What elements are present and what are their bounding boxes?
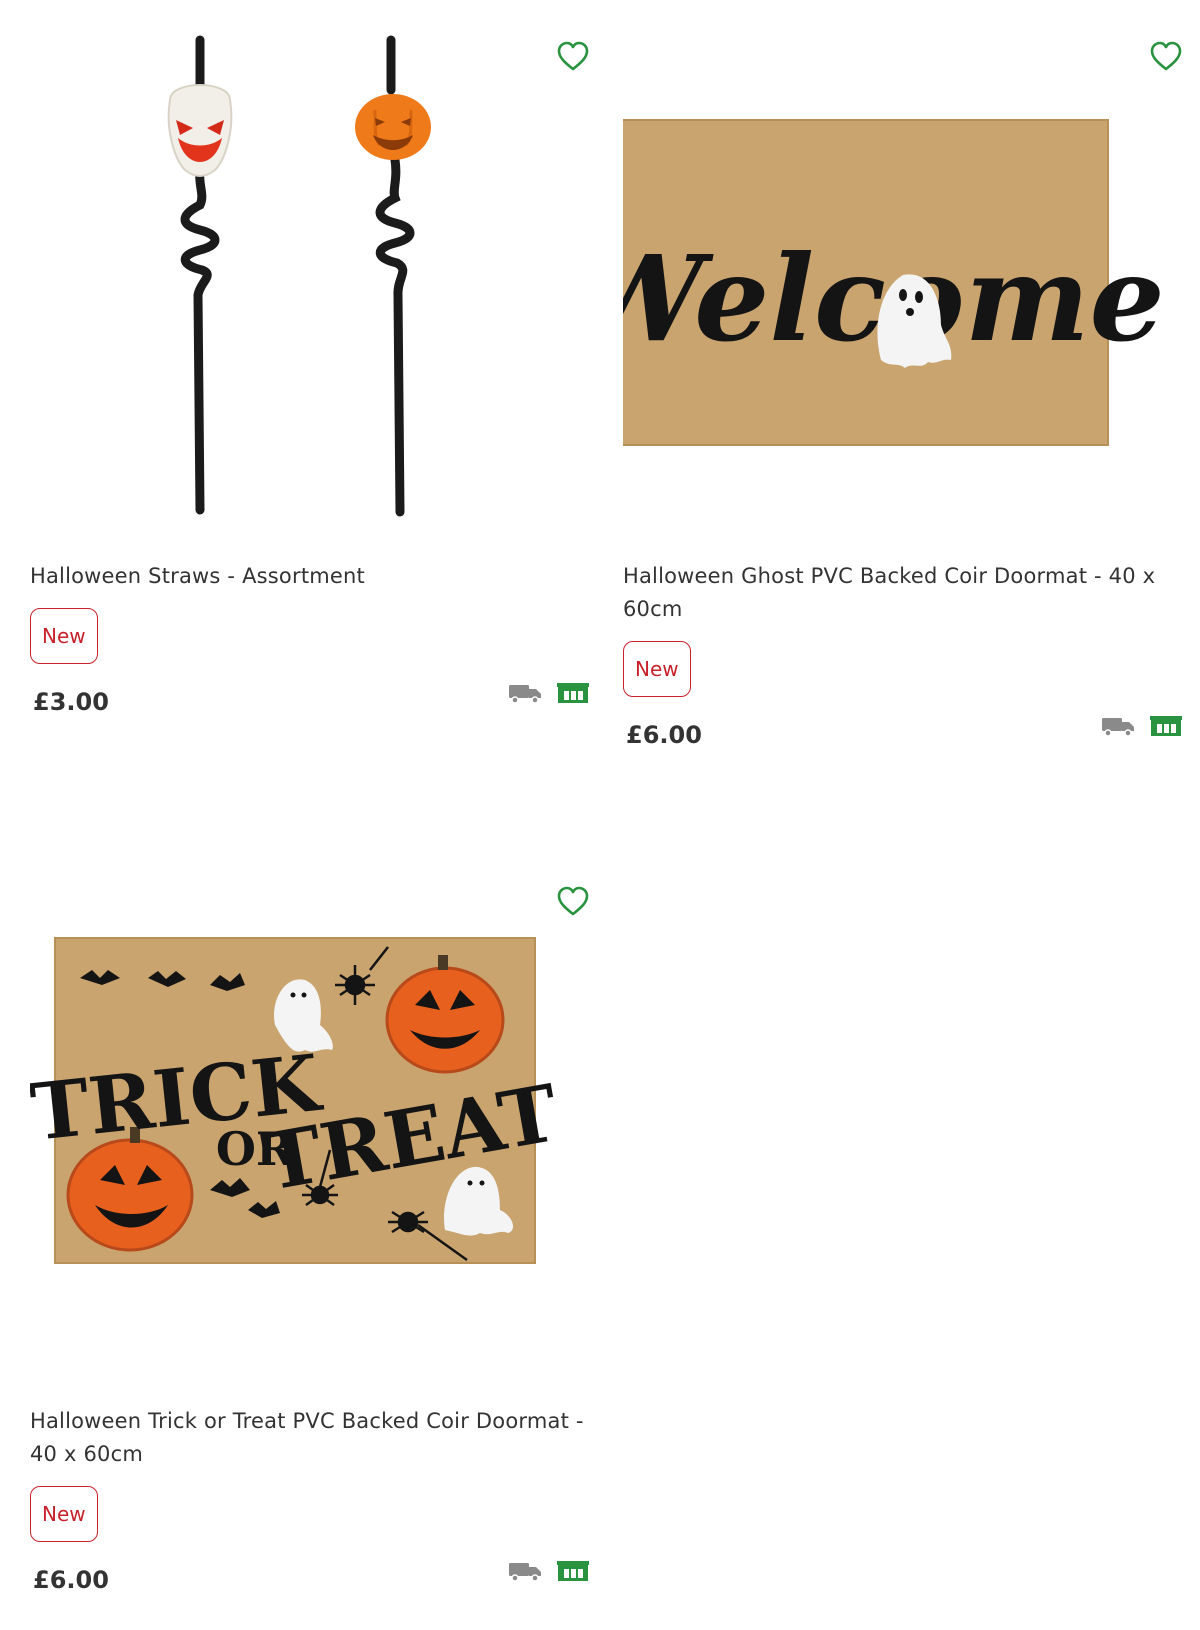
product-card[interactable]: Welcome Halloween Ghost PVC Backed Coir … <box>623 20 1183 755</box>
fulfilment-icons <box>508 682 590 704</box>
product-title[interactable]: Halloween Trick or Treat PVC Backed Coir… <box>30 1405 590 1471</box>
product-price: £6.00 <box>626 721 702 749</box>
product-price: £3.00 <box>33 688 109 716</box>
delivery-truck-icon <box>509 1563 541 1582</box>
favourite-button[interactable] <box>556 40 590 74</box>
product-price: £6.00 <box>33 1566 109 1594</box>
favourite-button[interactable] <box>556 885 590 919</box>
new-badge: New <box>30 1486 98 1542</box>
trick-or-treat-doormat-image: TRICK OR TREAT <box>30 937 565 1264</box>
delivery-truck-icon <box>1102 718 1134 737</box>
price-row: £6.00 <box>623 715 1183 755</box>
heart-icon <box>1150 41 1182 71</box>
price-row: £6.00 <box>30 1560 590 1600</box>
heart-icon <box>557 41 589 71</box>
product-card[interactable]: TRICK OR TREAT Halloween Trick or Treat … <box>30 865 590 1600</box>
store-collection-icon <box>557 683 589 703</box>
halloween-straws-image <box>167 35 431 517</box>
delivery-truck-icon <box>509 685 541 704</box>
product-card[interactable]: Halloween Straws - Assortment New £3.00 <box>30 20 590 722</box>
product-title[interactable]: Halloween Ghost PVC Backed Coir Doormat … <box>623 560 1183 626</box>
product-image-link[interactable] <box>30 20 590 560</box>
new-badge: New <box>30 608 98 664</box>
store-collection-icon <box>1150 716 1182 736</box>
store-collection-icon <box>557 1561 589 1581</box>
ghost-welcome-doormat-image: Welcome <box>623 119 1165 446</box>
product-image-link[interactable]: Welcome <box>623 20 1183 560</box>
fulfilment-icons <box>508 1560 590 1582</box>
new-badge: New <box>623 641 691 697</box>
favourite-button[interactable] <box>1149 40 1183 74</box>
price-row: £3.00 <box>30 682 590 722</box>
product-title[interactable]: Halloween Straws - Assortment <box>30 560 590 593</box>
fulfilment-icons <box>1101 715 1183 737</box>
product-image-link[interactable]: TRICK OR TREAT <box>30 865 590 1405</box>
heart-icon <box>557 886 589 916</box>
